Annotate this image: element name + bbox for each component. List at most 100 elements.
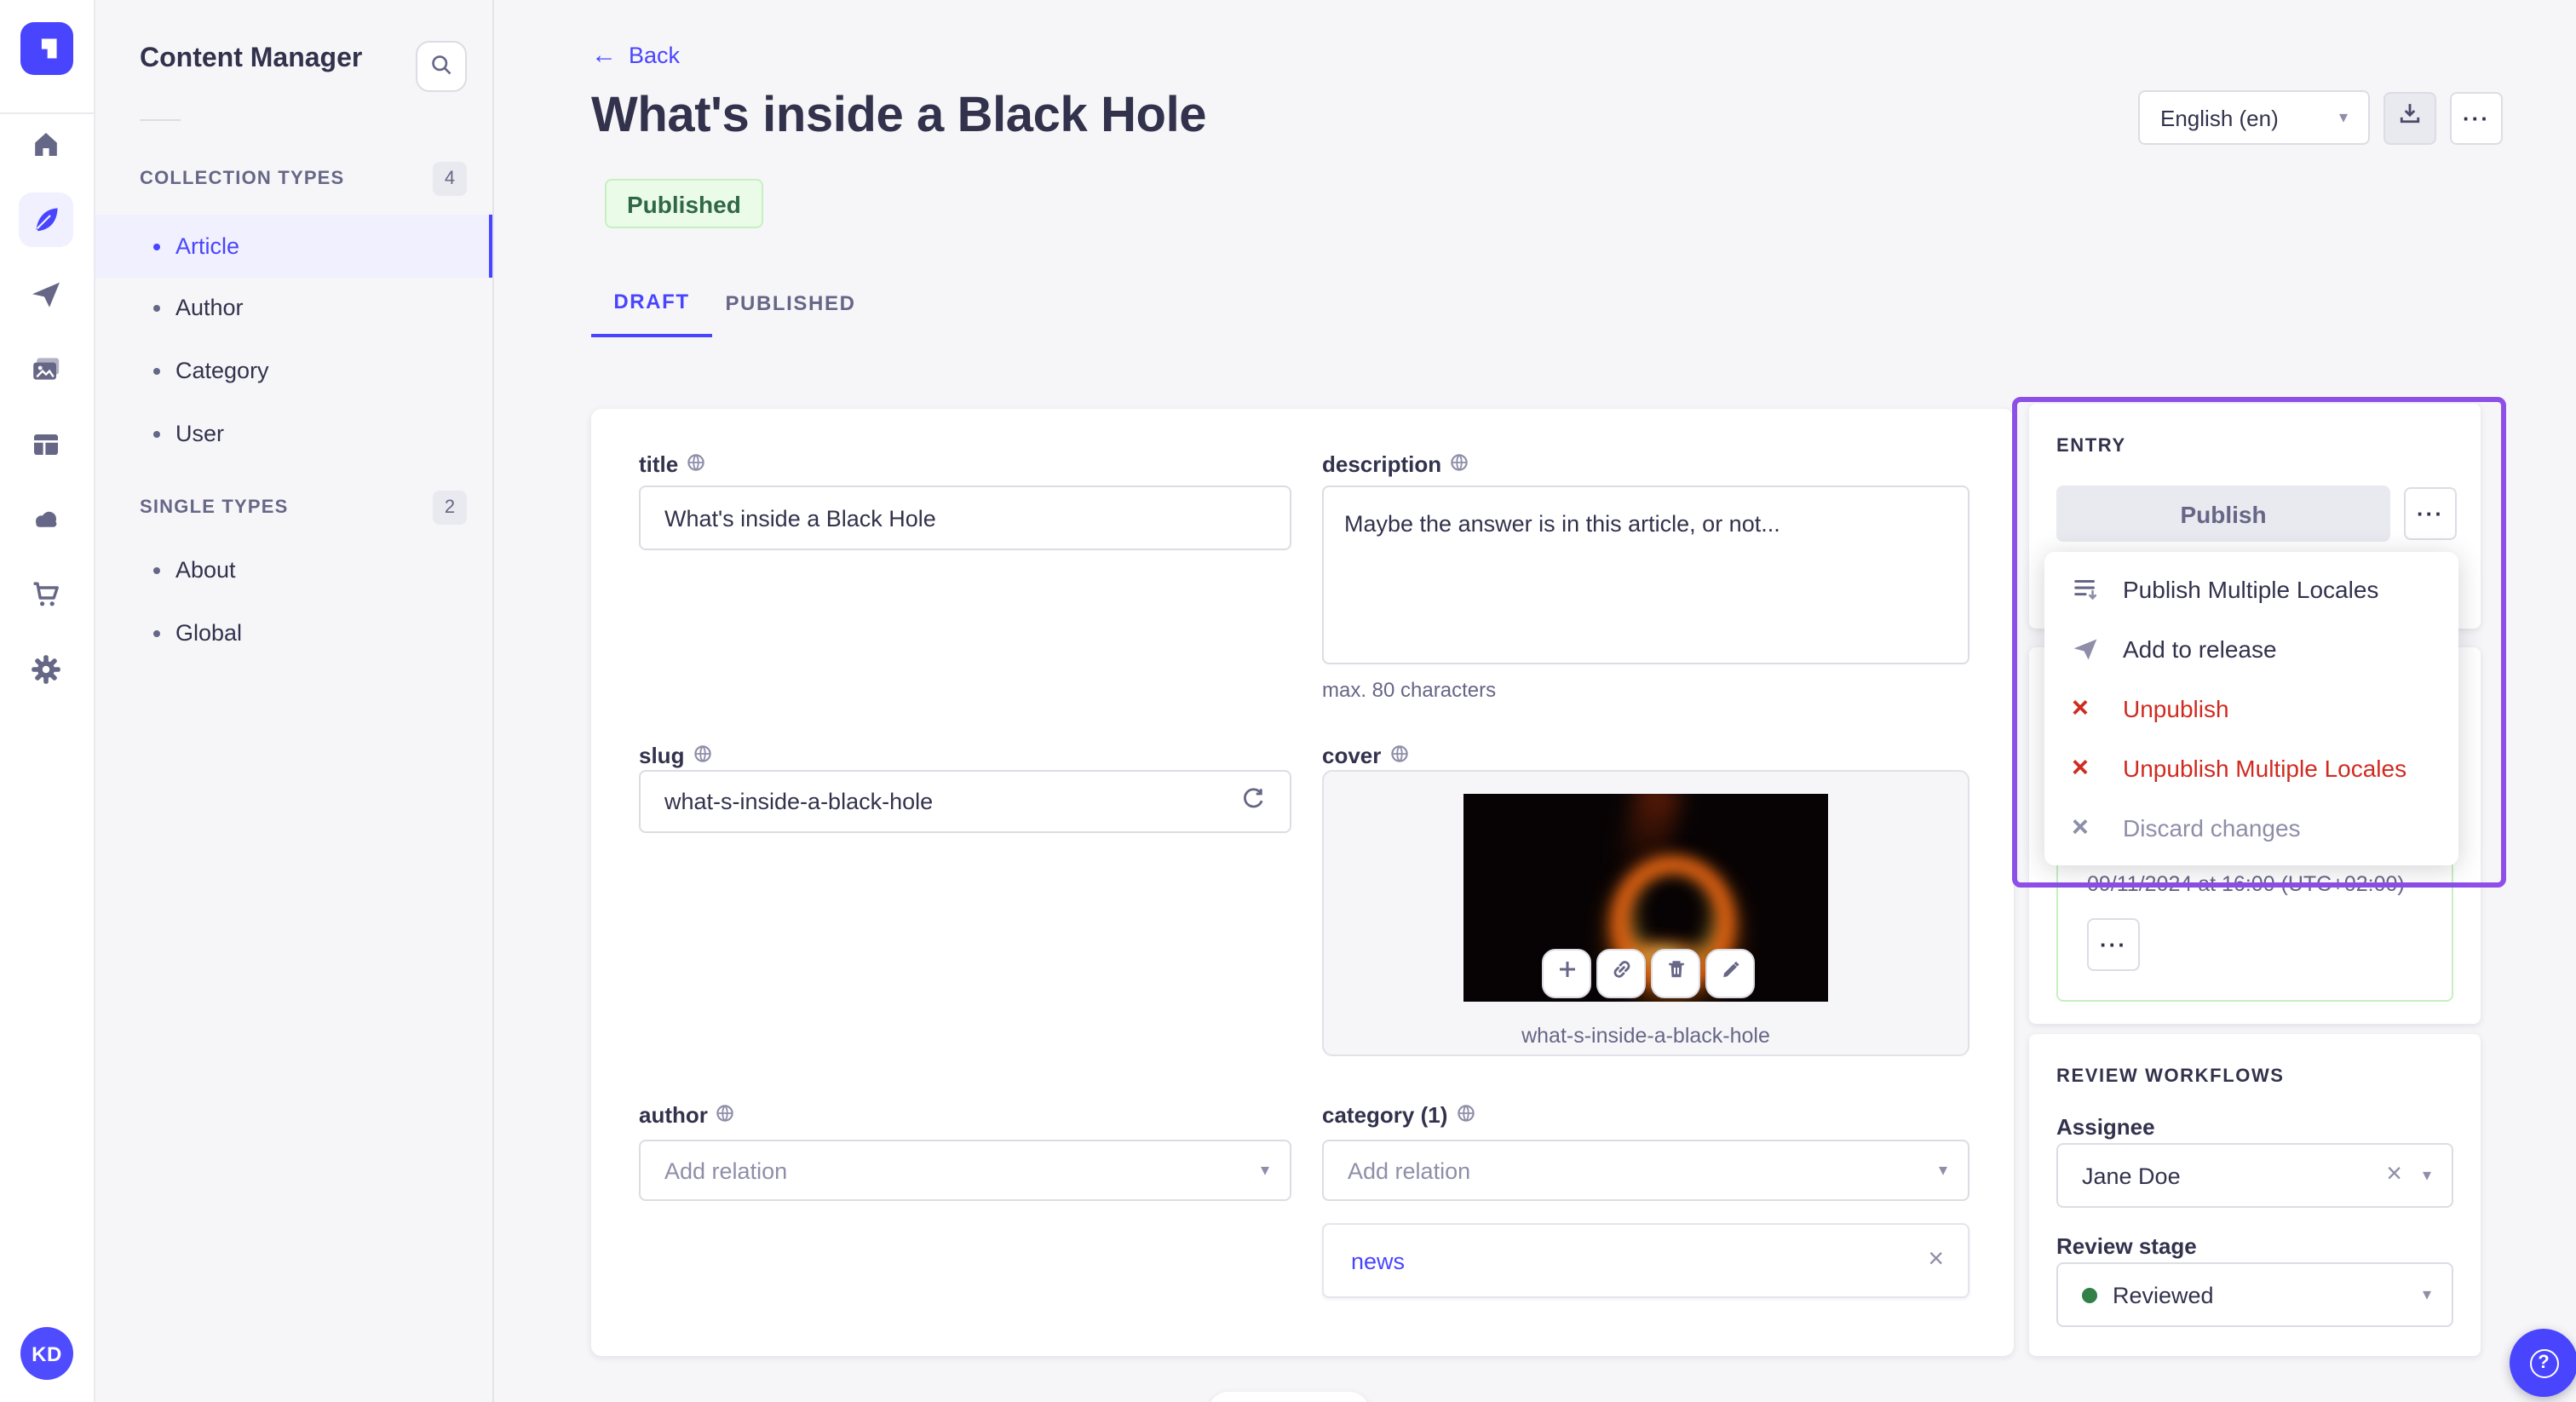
back-label: Back (629, 43, 681, 68)
delete-media-button[interactable] (1651, 949, 1700, 998)
remove-relation-icon[interactable]: × (1928, 1246, 1944, 1274)
cover-media-panel: what-s-inside-a-black-hole (1322, 770, 1969, 1056)
tab-published[interactable]: PUBLISHED (712, 269, 869, 337)
export-button[interactable] (2383, 91, 2436, 144)
sidebar-item-label: Global (175, 620, 243, 646)
home-icon[interactable] (19, 118, 73, 172)
help-button[interactable]: ? (2510, 1329, 2576, 1397)
cover-field-label: cover (1322, 743, 1408, 768)
description-helper: max. 80 characters (1322, 678, 1497, 702)
media-library-icon[interactable] (19, 342, 73, 397)
add-media-button[interactable] (1542, 949, 1591, 998)
bullet-icon (153, 566, 160, 573)
clear-assignee-icon[interactable]: × (2386, 1161, 2402, 1189)
stage-value: Reviewed (2113, 1282, 2214, 1307)
search-button[interactable] (416, 41, 467, 92)
content-manager-icon[interactable] (19, 192, 73, 247)
field-label-text: cover (1322, 743, 1382, 768)
list-plus-icon (2072, 574, 2123, 603)
menu-item-unpublish[interactable]: × Unpublish (2044, 678, 2458, 738)
download-icon (2397, 101, 2423, 135)
locale-globe-icon (687, 451, 705, 477)
user-avatar[interactable]: KD (20, 1327, 73, 1380)
publish-button[interactable]: Publish (2056, 486, 2390, 542)
scheduled-release-box: 09/11/2024 at 16:00 (UTC+02:00) ··· (2056, 860, 2453, 1002)
content-manager-sidebar: Content Manager COLLECTION TYPES 4 Artic… (95, 0, 494, 1402)
copy-link-button[interactable] (1596, 949, 1646, 998)
field-label-text: slug (639, 743, 685, 768)
locale-select[interactable]: English (en) ▾ (2138, 90, 2370, 145)
tab-draft[interactable]: DRAFT (591, 269, 712, 337)
bullet-icon (153, 243, 160, 250)
page-title: What's inside a Black Hole (591, 89, 1207, 143)
bullet-icon (153, 367, 160, 374)
settings-icon[interactable] (19, 642, 73, 697)
release-more-button[interactable]: ··· (2087, 918, 2140, 971)
review-workflows-heading: REVIEW WORKFLOWS (2056, 1066, 2285, 1087)
review-stage-label: Review stage (2056, 1233, 2197, 1259)
menu-item-label: Unpublish Multiple Locales (2123, 754, 2407, 781)
stage-dot-icon (2082, 1287, 2097, 1302)
assignee-select[interactable]: Jane Doe × ▾ (2056, 1143, 2453, 1208)
relation-link-news[interactable]: news (1351, 1248, 1405, 1273)
releases-icon[interactable] (19, 267, 73, 322)
category-field-label: category (1) (1322, 1102, 1475, 1128)
menu-item-publish-multiple-locales[interactable]: Publish Multiple Locales (2044, 559, 2458, 618)
author-relation-select[interactable]: Add relation ▾ (639, 1140, 1291, 1201)
ellipsis-icon: ··· (2463, 105, 2490, 130)
pencil-icon (1718, 957, 1742, 990)
edit-media-button[interactable] (1705, 949, 1755, 998)
marketplace-icon[interactable] (19, 567, 73, 622)
category-relation-select[interactable]: Add relation ▾ (1322, 1140, 1969, 1201)
locale-globe-icon (1450, 451, 1469, 477)
cross-glyph: × (2072, 811, 2089, 843)
sidebar-item-label: Author (175, 295, 244, 320)
menu-item-add-to-release[interactable]: Add to release (2044, 618, 2458, 678)
rail-divider (0, 112, 94, 114)
entry-heading: ENTRY (2056, 436, 2126, 457)
sidebar-item-global[interactable]: Global (95, 601, 492, 664)
locale-globe-icon (693, 743, 711, 768)
sidebar-item-article[interactable]: Article (95, 215, 492, 278)
assignee-value: Jane Doe (2082, 1163, 2181, 1188)
category-relation-item: news × (1322, 1223, 1969, 1298)
field-label-text: category (1) (1322, 1102, 1448, 1128)
back-arrow-icon: ← (591, 41, 617, 70)
sidebar-item-user[interactable]: User (95, 402, 492, 465)
cross-icon: × (2072, 693, 2123, 722)
title-input[interactable]: What's inside a Black Hole (639, 486, 1291, 550)
trash-icon (1664, 957, 1688, 990)
slug-input[interactable]: what-s-inside-a-black-hole (639, 770, 1291, 833)
locale-globe-icon (1456, 1102, 1475, 1128)
regenerate-icon[interactable] (1240, 786, 1266, 817)
description-textarea[interactable]: Maybe the answer is in this article, or … (1322, 486, 1969, 664)
rail-nav (19, 118, 75, 697)
chevron-down-icon: ▾ (2422, 1285, 2431, 1304)
header-more-button[interactable]: ··· (2450, 91, 2503, 144)
sidebar-item-author[interactable]: Author (95, 276, 492, 339)
sidebar-item-about[interactable]: About (95, 538, 492, 601)
single-types-count: 2 (433, 491, 467, 525)
menu-item-unpublish-multiple-locales[interactable]: × Unpublish Multiple Locales (2044, 738, 2458, 797)
menu-item-label: Discard changes (2123, 813, 2301, 841)
version-tabs: DRAFT PUBLISHED (591, 269, 869, 337)
scheduled-date: 09/11/2024 at 16:00 (UTC+02:00) (2087, 872, 2405, 896)
cross-icon: × (2072, 813, 2123, 842)
content-type-builder-icon[interactable] (19, 417, 73, 472)
chevron-down-icon: ▾ (1938, 1161, 1947, 1180)
locale-globe-icon (1389, 743, 1408, 768)
slug-value: what-s-inside-a-black-hole (664, 789, 934, 814)
cross-glyph: × (2072, 692, 2089, 724)
menu-item-label: Add to release (2123, 635, 2277, 662)
sidebar-divider (140, 119, 181, 121)
review-stage-select[interactable]: Reviewed ▾ (2056, 1262, 2453, 1327)
menu-item-discard-changes[interactable]: × Discard changes (2044, 797, 2458, 857)
status-badge: Published (605, 179, 763, 228)
back-link[interactable]: ← Back (591, 43, 680, 68)
author-field-label: author (639, 1102, 735, 1128)
strapi-logo[interactable] (20, 22, 73, 75)
description-field-label: description (1322, 451, 1469, 477)
entry-more-button[interactable]: ··· (2404, 487, 2457, 540)
cloud-icon[interactable] (19, 492, 73, 547)
sidebar-item-category[interactable]: Category (95, 339, 492, 402)
